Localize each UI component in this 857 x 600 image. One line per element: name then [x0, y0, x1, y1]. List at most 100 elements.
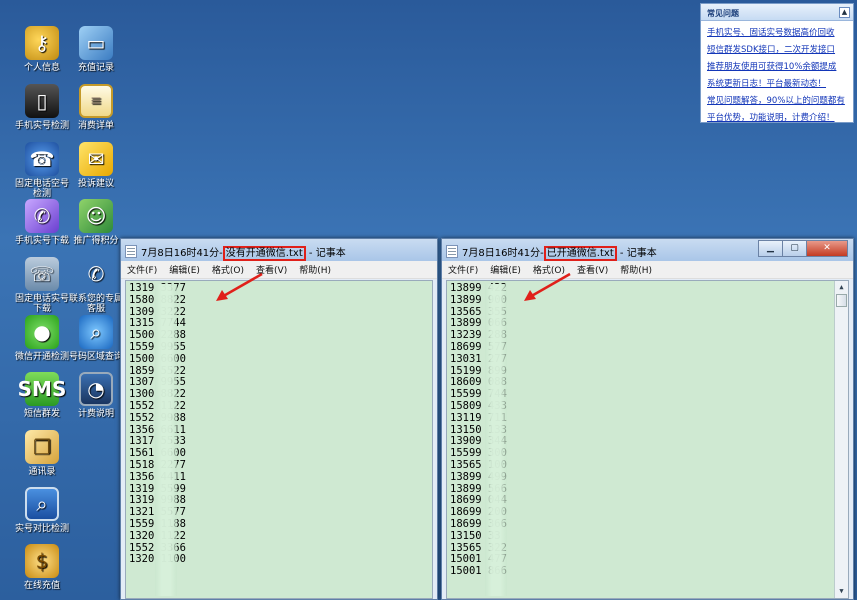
- desktop-icon-support[interactable]: ✆ 联系您的专属客服: [67, 257, 125, 314]
- desktop-icon-mobile-check[interactable]: ▯ 手机实号检测: [13, 84, 71, 131]
- faq-link[interactable]: 常见问题解答，90%以上的问题都有: [707, 93, 848, 110]
- promo-icon: ☺: [79, 199, 113, 233]
- text-line: 15809 433: [450, 399, 507, 412]
- text-area[interactable]: 1319 33771580 88221309 32221315 77441500…: [125, 280, 433, 599]
- faq-link[interactable]: 手机实号、固话实号数据高价回收: [707, 25, 848, 42]
- desktop-icon-promotion[interactable]: ☺ 推广得积分: [67, 199, 125, 246]
- menu-help[interactable]: 帮助(H): [299, 263, 331, 276]
- collapse-icon[interactable]: ▲: [839, 7, 850, 18]
- fax-icon: ☏: [25, 257, 59, 291]
- desktop-icon-label: 计费说明: [77, 409, 114, 419]
- telephone-icon: ☎: [25, 142, 59, 176]
- desktop-icon-region-query[interactable]: ⌕ 号码区域查询: [67, 315, 125, 362]
- desktop-icon-compare[interactable]: ⌕ 实号对比检测: [13, 487, 71, 534]
- window-title: 7月8日16时41分- 没有开通微信.txt - 记事本: [141, 246, 346, 261]
- text-line: 18609 088: [450, 376, 507, 389]
- billing-icon: ◔: [79, 372, 113, 406]
- desktop-icon-label: 手机实号检测: [14, 121, 69, 131]
- text-line: 13899 499: [450, 470, 507, 483]
- faq-link[interactable]: 系统更新日志！平台最新动态！: [707, 76, 848, 93]
- menu-edit[interactable]: 编辑(E): [169, 263, 200, 276]
- text-line: 13565 322: [450, 541, 507, 554]
- desktop-icon-label: 在线充值: [23, 581, 60, 591]
- menu-file[interactable]: 文件(F): [448, 263, 478, 276]
- faq-title: 常见问题: [707, 9, 739, 18]
- wechat-icon: ●: [25, 315, 59, 349]
- notepad-window-opened[interactable]: 7月8日16时41分- 已开通微信.txt - 记事本 ▁ ▢ ✕ 文件(F) 编…: [441, 238, 854, 600]
- text-line: 13239 288: [450, 329, 507, 342]
- desktop-icon-personal-info[interactable]: ⚷ 个人信息: [13, 26, 71, 73]
- desktop-icon-billing[interactable]: ◔ 计费说明: [67, 372, 125, 419]
- menu-bar: 文件(F) 编辑(E) 格式(O) 查看(V) 帮助(H): [442, 261, 853, 279]
- text-area[interactable]: 13899 422 13899 900 13565 355 13899 066 1323…: [446, 280, 849, 599]
- desktop-icon-label: 推广得积分: [73, 236, 119, 246]
- desktop-icon-label: 号码区域查询: [68, 352, 123, 362]
- desktop-icon-label: 短信群发: [23, 409, 60, 419]
- menu-help[interactable]: 帮助(H): [620, 263, 652, 276]
- desktop-icon-label: 固定电话空号检测: [14, 179, 69, 199]
- desktop-icon-label: 固定电话实号下载: [14, 294, 69, 314]
- text-line: 15001 477: [450, 553, 507, 566]
- window-titlebar[interactable]: 7月8日16时41分- 已开通微信.txt - 记事本 ▁ ▢ ✕: [442, 239, 853, 261]
- compare-search-icon: ⌕: [25, 487, 59, 521]
- desktop-icon-mobile-download[interactable]: ✆ 手机实号下载: [13, 199, 71, 246]
- text-line: 15599 300: [450, 447, 507, 460]
- desktop-icon-landline-empty[interactable]: ☎ 固定电话空号检测: [13, 142, 71, 199]
- notepad-icon: [125, 245, 137, 258]
- desktop-icon-label: 充值记录: [77, 63, 114, 73]
- menu-format[interactable]: 格式(O): [533, 263, 565, 276]
- desktop-icon-wechat-check[interactable]: ● 微信开通检测: [13, 315, 71, 362]
- phone-icon: ▯: [25, 84, 59, 118]
- desktop: ⚷ 个人信息 ▭ 充值记录 ▯ 手机实号检测 ≡ 消费详单 ☎ 固定电话空号检测…: [0, 0, 857, 600]
- text-line: 13150 33: [450, 529, 501, 542]
- scroll-up-icon[interactable]: ▲: [835, 281, 848, 294]
- notepad-window-not-opened[interactable]: 7月8日16时41分- 没有开通微信.txt - 记事本 文件(F) 编辑(E) …: [120, 238, 438, 600]
- clipboard-icon: ≡: [79, 84, 113, 118]
- menu-file[interactable]: 文件(F): [127, 263, 157, 276]
- menu-view[interactable]: 查看(V): [256, 263, 287, 276]
- menu-format[interactable]: 格式(O): [212, 263, 244, 276]
- window-titlebar[interactable]: 7月8日16时41分- 没有开通微信.txt - 记事本: [121, 239, 437, 261]
- desktop-icon-label: 通讯录: [28, 467, 56, 477]
- desktop-icon-sms[interactable]: SMS 短信群发: [13, 372, 71, 419]
- desktop-icon-complaint[interactable]: ✉ 投诉建议: [67, 142, 125, 189]
- desktop-icon-consumption[interactable]: ≡ 消费详单: [67, 84, 125, 131]
- text-line: 13909 344: [450, 435, 507, 448]
- desktop-icon-label: 消费详单: [77, 121, 114, 131]
- address-book-icon: ❐: [25, 430, 59, 464]
- sms-icon: SMS: [18, 372, 66, 406]
- scroll-thumb[interactable]: [836, 294, 847, 307]
- faq-link[interactable]: 短信群发SDK接口，二次开发接口: [707, 42, 848, 59]
- text-line: 13899 900: [450, 293, 507, 306]
- desktop-icon-label: 手机实号下载: [14, 236, 69, 246]
- text-line: 13565 355: [450, 305, 507, 318]
- close-icon[interactable]: ✕: [806, 240, 848, 257]
- faq-link[interactable]: 推荐朋友使用可获得10%余额提成: [707, 59, 848, 76]
- desktop-icon-online-recharge[interactable]: $ 在线充值: [13, 544, 71, 591]
- mobile-icon: ✆: [25, 199, 59, 233]
- maximize-icon[interactable]: ▢: [782, 240, 807, 257]
- faq-header: 常见问题 ▲: [701, 4, 853, 21]
- menu-view[interactable]: 查看(V): [577, 263, 608, 276]
- text-line: 18699 577: [450, 340, 507, 353]
- text-line: 13899 066: [450, 317, 507, 330]
- text-line: 13899 422: [450, 282, 507, 294]
- window-controls: ▁ ▢ ✕: [758, 240, 848, 257]
- desktop-icon-recharge-record[interactable]: ▭ 充值记录: [67, 26, 125, 73]
- text-line: 18699 200: [450, 506, 507, 519]
- desktop-icon-landline-download[interactable]: ☏ 固定电话实号下载: [13, 257, 71, 314]
- region-icon: ⌕: [79, 315, 113, 349]
- menu-edit[interactable]: 编辑(E): [490, 263, 521, 276]
- text-line: 13150 133: [450, 423, 507, 436]
- mail-icon: ✉: [79, 142, 113, 176]
- faq-list: 手机实号、固话实号数据高价回收 短信群发SDK接口，二次开发接口 推荐朋友使用可…: [701, 21, 853, 127]
- vertical-scrollbar[interactable]: ▲ ▼: [834, 281, 848, 598]
- minimize-icon[interactable]: ▁: [758, 240, 783, 257]
- desktop-icon-contacts[interactable]: ❐ 通讯录: [13, 430, 71, 477]
- highlighted-filename: 已开通微信.txt: [543, 246, 617, 261]
- faq-link[interactable]: 平台优势，功能说明，计费介绍！: [707, 110, 848, 127]
- scroll-down-icon[interactable]: ▼: [835, 585, 848, 598]
- card-icon: ▭: [79, 26, 113, 60]
- menu-bar: 文件(F) 编辑(E) 格式(O) 查看(V) 帮助(H): [121, 261, 437, 279]
- text-line: 13899 566: [450, 482, 507, 495]
